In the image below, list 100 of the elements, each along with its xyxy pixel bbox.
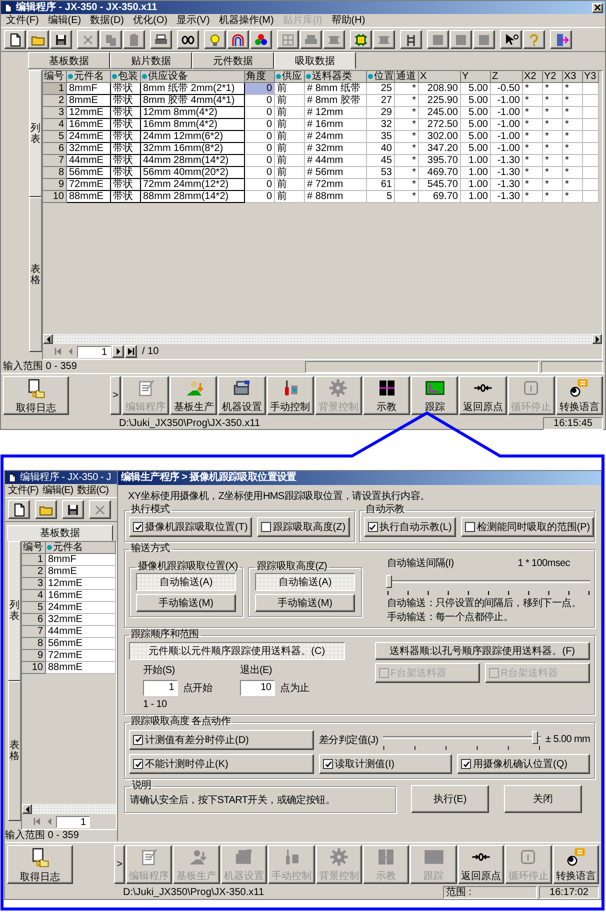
checkbox-button[interactable]: 跟踪吸取高度(Z): [256, 517, 350, 537]
column-header[interactable]: Y2: [543, 71, 563, 83]
dialog-button[interactable]: 执行(E): [411, 785, 489, 813]
menu-item[interactable]: 文件(F): [8, 484, 38, 496]
option-button[interactable]: 手动输送(M): [255, 594, 355, 612]
function-button[interactable]: 返回原点: [458, 845, 504, 884]
toolbar-button[interactable]: [227, 30, 249, 49]
checkbox-button[interactable]: 检测能同时吸取的范围(P): [460, 517, 594, 537]
option-button[interactable]: 自动输送(A): [255, 573, 355, 591]
menu-item[interactable]: 帮助(H): [331, 14, 366, 26]
toolbar-button[interactable]: [204, 30, 226, 49]
function-button[interactable]: 返回原点: [459, 376, 507, 415]
column-header[interactable]: Z: [491, 71, 523, 83]
checkbox[interactable]: [464, 522, 475, 532]
toolbar-button[interactable]: [250, 30, 272, 49]
menu-item[interactable]: 编辑(E): [42, 484, 74, 496]
checkbox-button[interactable]: 计测值有差分时停止(D): [129, 730, 314, 750]
menu-item[interactable]: 编辑(E): [48, 14, 82, 26]
log-button[interactable]: 取得日志: [3, 376, 69, 415]
side-tab[interactable]: 表格: [8, 681, 21, 821]
checkbox-button[interactable]: 读取计测值(I): [319, 754, 452, 774]
close-button[interactable]: [592, 2, 603, 12]
function-button[interactable]: 手动控制: [266, 376, 314, 415]
column-header[interactable]: 包装: [111, 71, 141, 83]
toolbar-button[interactable]: [550, 30, 572, 49]
toolbar-button[interactable]: [8, 500, 30, 519]
column-header[interactable]: Y3: [583, 71, 599, 83]
page-field[interactable]: 1: [77, 346, 111, 358]
toolbar-button[interactable]: [177, 30, 199, 49]
checkbox[interactable]: [260, 522, 271, 532]
option-button[interactable]: 送料器顺:以孔号顺序跟踪使用送料器。(F): [374, 642, 590, 660]
menu-item[interactable]: 优化(O): [133, 14, 168, 26]
toolbar-button[interactable]: [35, 500, 57, 519]
tab[interactable]: 贴片数据: [110, 52, 192, 69]
checkbox-button[interactable]: 不能计测时停止(K): [129, 754, 314, 774]
number-field[interactable]: 10: [240, 680, 276, 696]
toolbar-button[interactable]: [500, 30, 522, 49]
menu-item[interactable]: 文件(F): [6, 14, 39, 26]
checkbox-button[interactable]: 摄像机跟踪吸取位置(T): [129, 517, 252, 537]
toolbar-button[interactable]: [400, 30, 422, 49]
menu-item[interactable]: 数据(C): [77, 484, 109, 496]
column-header[interactable]: X: [419, 71, 461, 83]
expand-button[interactable]: >: [114, 845, 125, 884]
column-header[interactable]: 元件名: [67, 71, 111, 83]
log-button[interactable]: 取得日志: [7, 845, 73, 884]
menu-item[interactable]: 数据(D): [90, 14, 124, 26]
option-button[interactable]: 元件顺:以元件顺序跟踪使用送料器。(C): [129, 642, 344, 660]
last-page-button[interactable]: [125, 345, 137, 358]
checkbox-button[interactable]: 用摄像机确认位置(Q): [457, 754, 590, 774]
toolbar-button[interactable]: [27, 30, 49, 49]
menu-item[interactable]: 机器操作(M): [218, 14, 274, 26]
table-cell: 35: [367, 131, 395, 143]
scrollbar[interactable]: [43, 334, 602, 344]
function-button[interactable]: 示教: [363, 376, 410, 415]
function-button[interactable]: 机器设置: [218, 376, 266, 415]
toolbar-button[interactable]: [350, 30, 372, 49]
checkbox-button[interactable]: 执行自动示教(L): [364, 517, 456, 537]
number-field[interactable]: 1: [143, 680, 178, 696]
toolbar-button[interactable]: [50, 30, 72, 49]
next-page-button[interactable]: [112, 345, 124, 358]
scrollbar[interactable]: [22, 804, 116, 814]
checkbox[interactable]: [323, 759, 333, 769]
column-header[interactable]: X2: [523, 71, 543, 83]
column-header[interactable]: 通道: [395, 71, 419, 83]
function-button[interactable]: 跟踪: [411, 376, 458, 415]
checkbox[interactable]: [133, 734, 143, 744]
dialog-button[interactable]: 关闭: [504, 785, 582, 813]
menu-item[interactable]: 显示(V): [176, 14, 210, 26]
toolbar-button[interactable]: [4, 30, 26, 49]
toolbar-button[interactable]: [150, 30, 172, 49]
column-header[interactable]: Y: [461, 71, 491, 83]
side-tab[interactable]: 列表: [8, 541, 21, 681]
table-cell: 44mmE: [46, 626, 116, 638]
checkbox[interactable]: [461, 759, 471, 769]
tab[interactable]: 吸取数据: [274, 52, 356, 69]
expand-button[interactable]: >: [110, 376, 121, 415]
function-button[interactable]: 转换语言: [552, 845, 600, 884]
side-tab[interactable]: 表格: [29, 197, 42, 352]
checkbox[interactable]: [368, 522, 378, 532]
toolbar-button[interactable]: [62, 500, 84, 519]
column-header[interactable]: 送料器类: [305, 71, 367, 83]
function-button[interactable]: 基板生产: [170, 376, 218, 415]
tab[interactable]: 基板数据: [28, 52, 110, 69]
side-tab[interactable]: 列表: [29, 70, 42, 197]
column-header[interactable]: 编号: [22, 542, 46, 554]
option-button[interactable]: 手动输送(M): [136, 594, 236, 612]
column-header[interactable]: X3: [563, 71, 583, 83]
function-button[interactable]: 转换语言: [556, 376, 604, 415]
column-header[interactable]: 位置: [367, 71, 395, 83]
checkbox[interactable]: [133, 759, 143, 769]
toolbar-button[interactable]: [523, 30, 545, 49]
checkbox[interactable]: [133, 522, 143, 532]
column-header[interactable]: 编号: [43, 71, 67, 83]
slider-thumb[interactable]: [532, 731, 538, 744]
tab[interactable]: 基板数据: [7, 525, 113, 541]
column-header[interactable]: 元件名: [46, 542, 116, 554]
page-field[interactable]: 1: [56, 816, 90, 828]
slider-thumb[interactable]: [386, 575, 392, 588]
option-button[interactable]: 自动输送(A): [136, 573, 236, 591]
tab[interactable]: 元件数据: [192, 52, 274, 69]
